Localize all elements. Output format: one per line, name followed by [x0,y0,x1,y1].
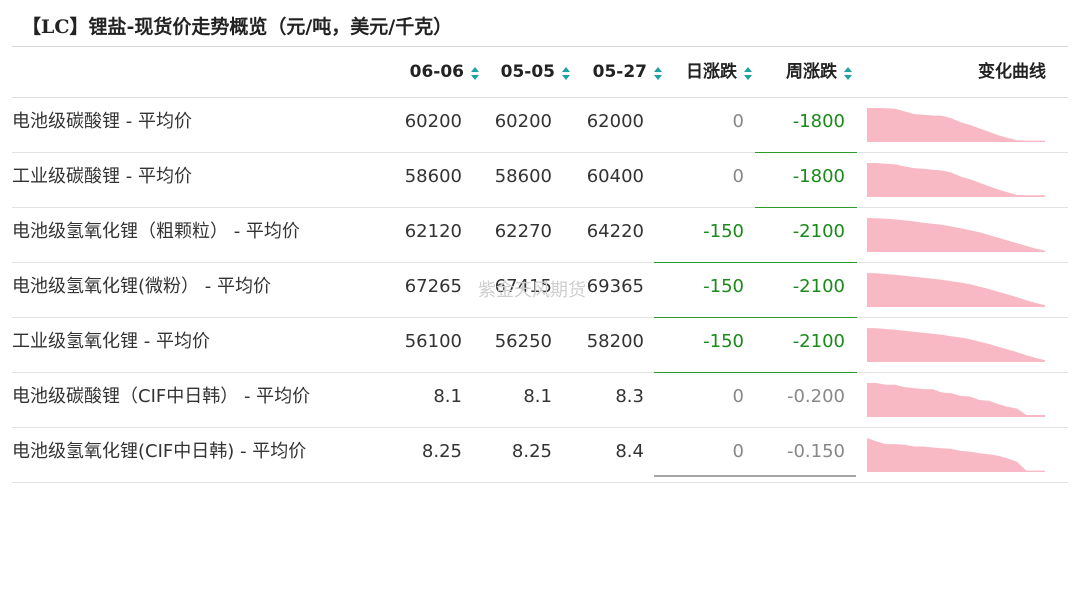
row-name: 电池级碳酸锂（CIF中日韩） - 平均价 [12,386,311,407]
price-d3: 8.4 [615,441,644,462]
row-name: 电池级碳酸锂 - 平均价 [12,111,192,132]
weekly-change: -0.150 [786,441,845,462]
col-daily-label: 日涨跌 [686,62,737,82]
trend-sparkline [867,328,1045,362]
col-header-weekly[interactable]: 周涨跌 [767,47,853,97]
sort-icon[interactable] [653,66,663,81]
price-d2: 67415 [494,276,552,297]
sparkline-area [867,328,1045,362]
table-row[interactable]: 电池级氢氧化锂（粗颗粒） - 平均价 62120 62270 64220 -150 -21… [12,208,1068,263]
price-d3: 58200 [586,331,644,352]
weekly-change: -1800 [792,111,845,132]
row-name: 电池级氢氧化锂(CIF中日韩) - 平均价 [12,441,307,462]
row-name: 工业级碳酸锂 - 平均价 [12,166,192,187]
sparkline-area [867,218,1045,252]
price-d1: 56100 [404,331,462,352]
sparkline-area [867,273,1045,307]
table-row[interactable]: 工业级碳酸锂 - 平均价 58600 58600 60400 0 -1800 [12,153,1068,208]
daily-change: 0 [732,166,744,187]
trend-sparkline [867,438,1045,472]
daily-change: -150 [703,221,744,242]
table-row[interactable]: 电池级碳酸锂（CIF中日韩） - 平均价 8.1 8.1 8.3 0 -0.200 [12,373,1068,428]
price-d3: 8.3 [615,386,644,407]
trend-sparkline [867,163,1045,197]
trend-sparkline [867,218,1045,252]
col-header-d1[interactable]: 06-06 [392,47,480,97]
table-row[interactable]: 电池级氢氧化锂(微粉） - 平均价 67265 67415 69365 -150 -210… [12,263,1068,318]
sparkline-area [867,108,1045,142]
sparkline-area [867,163,1045,197]
col-d1-label: 06-06 [409,62,464,82]
daily-change: 0 [732,386,744,407]
weekly-change: -2100 [792,276,845,297]
table-header: 06-06 05-05 05-27 日涨跌 周涨跌 变化曲线 [12,47,1068,98]
table-row[interactable]: 工业级氢氧化锂 - 平均价 56100 56250 58200 -150 -2100 [12,318,1068,373]
sort-icon[interactable] [743,66,753,81]
col-d3-label: 05-27 [592,62,647,82]
table-row[interactable]: 电池级碳酸锂 - 平均价 60200 60200 62000 0 -1800 [12,98,1068,153]
price-d3: 69365 [586,276,644,297]
trend-sparkline [867,383,1045,417]
price-d1: 8.1 [433,386,462,407]
col-header-d3[interactable]: 05-27 [572,47,663,97]
sort-icon[interactable] [843,66,853,81]
col-d2-label: 05-05 [500,62,555,82]
table-body: 电池级碳酸锂 - 平均价 60200 60200 62000 0 -1800 工业级碳酸锂 … [12,98,1068,483]
trend-sparkline [867,273,1045,307]
price-d2: 58600 [494,166,552,187]
weekly-change: -2100 [792,331,845,352]
col-header-trend: 变化曲线 [978,62,1046,82]
sparkline-area [867,438,1045,472]
price-d1: 8.25 [421,441,462,462]
weekly-change: -1800 [792,166,845,187]
table-bottom-accent [654,475,856,477]
price-d2: 8.1 [523,386,552,407]
price-d3: 64220 [586,221,644,242]
daily-change: -150 [703,276,744,297]
price-d2: 8.25 [511,441,552,462]
price-d3: 62000 [586,111,644,132]
row-name: 工业级氢氧化锂 - 平均价 [12,331,210,352]
price-d1: 58600 [404,166,462,187]
daily-change: -150 [703,331,744,352]
price-d2: 62270 [494,221,552,242]
weekly-change: -2100 [792,221,845,242]
price-d1: 62120 [404,221,462,242]
sort-icon[interactable] [470,66,480,81]
price-d1: 60200 [404,111,462,132]
sort-icon[interactable] [561,66,571,81]
col-header-daily[interactable]: 日涨跌 [666,47,753,97]
table-row[interactable]: 电池级氢氧化锂(CIF中日韩) - 平均价 8.25 8.25 8.4 0 -0.150 [12,428,1068,483]
price-d2: 56250 [494,331,552,352]
page-title: 【LC】锂盐-现货价走势概览（元/吨，美元/千克） [22,16,453,38]
daily-change: 0 [732,441,744,462]
col-weekly-label: 周涨跌 [786,62,837,82]
price-d2: 60200 [494,111,552,132]
sparkline-area [867,383,1045,417]
price-d1: 67265 [404,276,462,297]
col-header-d2[interactable]: 05-05 [482,47,571,97]
trend-sparkline [867,108,1045,142]
row-name: 电池级氢氧化锂（粗颗粒） - 平均价 [12,221,300,242]
daily-change: 0 [732,111,744,132]
price-d3: 60400 [586,166,644,187]
weekly-change: -0.200 [786,386,845,407]
row-name: 电池级氢氧化锂(微粉） - 平均价 [12,276,271,297]
